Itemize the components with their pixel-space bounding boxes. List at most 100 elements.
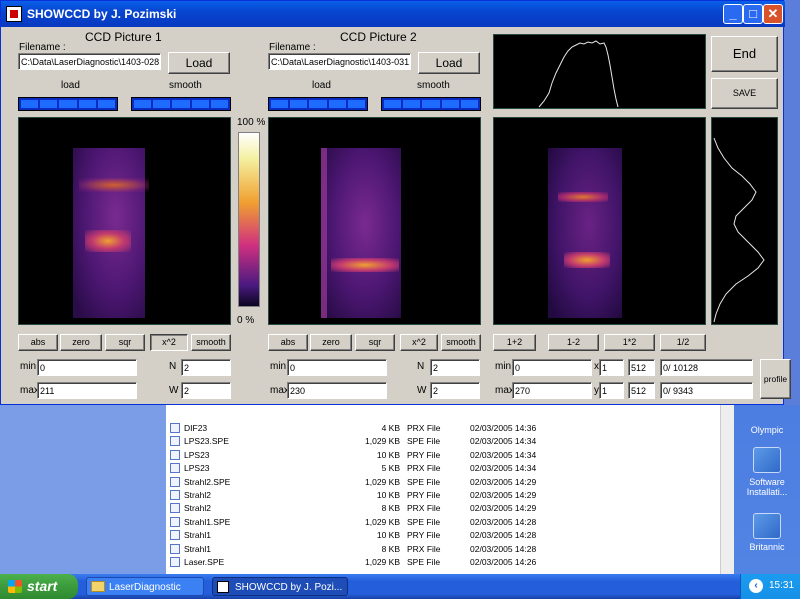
file-type: PRY File [407, 490, 441, 500]
pic1-filename-field[interactable]: C:\Data\LaserDiagnostic\1403-028.s [18, 53, 161, 70]
file-icon [170, 490, 180, 500]
y-from-field[interactable]: 1 [599, 382, 624, 399]
pic2-abs-button[interactable]: abs [268, 334, 308, 351]
x-to-field[interactable]: 512 [628, 359, 655, 376]
end-button[interactable]: End [711, 36, 778, 72]
file-type: PRX File [407, 463, 441, 474]
software-installer-icon[interactable] [753, 447, 781, 473]
task-laserdiagnostic[interactable]: LaserDiagnostic [86, 577, 204, 596]
pic1-abs-button[interactable]: abs [18, 334, 58, 351]
maximize-button[interactable]: □ [743, 4, 763, 24]
file-date: 02/03/2005 14:28 [470, 543, 537, 554]
pic2-max-field[interactable]: 230 [287, 382, 387, 399]
x-count-field[interactable]: 0/ 10128 [660, 359, 753, 376]
colorbar-bottom-label: 0 % [237, 315, 255, 326]
file-date: 02/03/2005 14:28 [470, 516, 537, 527]
title-bar[interactable]: SHOWCCD by J. Pozimski _ □ ✕ [1, 1, 785, 27]
explorer-scrollbar[interactable] [720, 405, 734, 574]
pic2-w-field[interactable]: 2 [430, 382, 480, 399]
x-profile-plot [493, 34, 706, 109]
file-icon [170, 436, 180, 447]
y-to-field[interactable]: 512 [628, 382, 655, 399]
x-from-field[interactable]: 1 [599, 359, 624, 376]
pic1-n-label: N [169, 361, 177, 372]
profile-button[interactable]: profile [760, 359, 791, 399]
file-name: Laser.SPE [184, 557, 225, 567]
file-name: Strahl1 [184, 530, 211, 541]
file-icon [170, 476, 180, 487]
pic1-smooth-button[interactable]: smooth [191, 334, 231, 351]
pic1-min-label: min [20, 361, 37, 372]
pic2-sqr-button[interactable]: sqr [355, 334, 395, 351]
pic2-filename-field[interactable]: C:\Data\LaserDiagnostic\1403-031.s [268, 53, 411, 70]
file-type: SPE File [407, 516, 441, 527]
file-name: LPS23 [184, 449, 210, 460]
close-button[interactable]: ✕ [763, 4, 783, 24]
result-ccd-image[interactable] [493, 117, 706, 325]
pic2-zero-button[interactable]: zero [310, 334, 352, 351]
start-label: start [27, 578, 58, 594]
save-button[interactable]: SAVE [711, 78, 778, 109]
pic2-min-field[interactable]: 0 [287, 359, 387, 376]
desktop-software-label[interactable]: Software Installati... [734, 477, 800, 497]
pic1-sqr-button[interactable]: sqr [105, 334, 145, 351]
app-icon [6, 6, 22, 22]
divide-button[interactable]: 1/2 [660, 334, 706, 351]
file-name: DIF23 [184, 423, 208, 433]
colorbar-top-label: 100 % [237, 117, 266, 128]
file-date: 02/03/2005 14:26 [470, 557, 537, 567]
task-laserdiagnostic-label: LaserDiagnostic [109, 582, 181, 593]
file-size: 10 KB [376, 530, 400, 541]
pic2-load-button[interactable]: Load [418, 52, 480, 74]
showccd-app-icon [217, 581, 229, 593]
task-showccd-label: SHOWCCD by J. Pozi... [235, 582, 343, 593]
file-icon [170, 463, 180, 474]
add-button[interactable]: 1+2 [493, 334, 536, 351]
clock[interactable]: 15:31 [769, 580, 794, 591]
pic1-n-field[interactable]: 2 [181, 359, 231, 376]
file-size: 8 KB [381, 503, 400, 514]
multiply-button[interactable]: 1*2 [604, 334, 655, 351]
colorbar [238, 132, 260, 307]
file-size: 4 KB [381, 423, 400, 433]
minimize-button[interactable]: _ [723, 4, 743, 24]
file-name: Strahl2 [184, 490, 211, 500]
pic1-load-button[interactable]: Load [168, 52, 230, 74]
pic1-zero-button[interactable]: zero [60, 334, 102, 351]
file-date: 02/03/2005 14:29 [470, 490, 537, 500]
pic1-min-field[interactable]: 0 [37, 359, 137, 376]
task-showccd[interactable]: SHOWCCD by J. Pozi... [212, 577, 348, 596]
pic1-ccd-image[interactable] [18, 117, 231, 325]
file-name: LPS23 [184, 463, 210, 474]
file-date: 02/03/2005 14:34 [470, 449, 537, 460]
pic2-n-field[interactable]: 2 [430, 359, 480, 376]
file-type: PRX File [407, 423, 441, 433]
result-max-field[interactable]: 270 [512, 382, 592, 399]
pic2-smooth-button[interactable]: smooth [441, 334, 481, 351]
pic2-w-label: W [417, 385, 427, 396]
result-min-field[interactable]: 0 [512, 359, 592, 376]
pic2-square-button[interactable]: x^2 [400, 334, 438, 351]
pic1-heading: CCD Picture 1 [85, 30, 162, 44]
pic2-heading: CCD Picture 2 [340, 30, 417, 44]
pic2-filename-label: Filename : [269, 42, 316, 53]
desktop-olympic-label[interactable]: Olympic [734, 425, 800, 435]
window-title: SHOWCCD by J. Pozimski [27, 7, 177, 21]
desktop-britannic-label[interactable]: Britannic [734, 542, 800, 552]
y-count-field[interactable]: 0/ 9343 [660, 382, 753, 399]
file-date: 02/03/2005 14:34 [470, 436, 537, 447]
file-type: PRX File [407, 503, 441, 514]
pic1-square-button[interactable]: x^2 [150, 334, 188, 351]
file-type: SPE File [407, 557, 441, 567]
pic1-max-field[interactable]: 211 [37, 382, 137, 399]
britannic-icon[interactable] [753, 513, 781, 539]
file-type: PRX File [407, 543, 441, 554]
pic1-load-bar-label: load [61, 80, 80, 91]
pic2-ccd-image[interactable] [268, 117, 481, 325]
file-icon [170, 557, 180, 567]
file-type: SPE File [407, 436, 441, 447]
start-button[interactable]: start [0, 574, 78, 599]
pic1-w-field[interactable]: 2 [181, 382, 231, 399]
back-arrow-icon[interactable]: ‹ [749, 579, 763, 593]
subtract-button[interactable]: 1-2 [548, 334, 599, 351]
